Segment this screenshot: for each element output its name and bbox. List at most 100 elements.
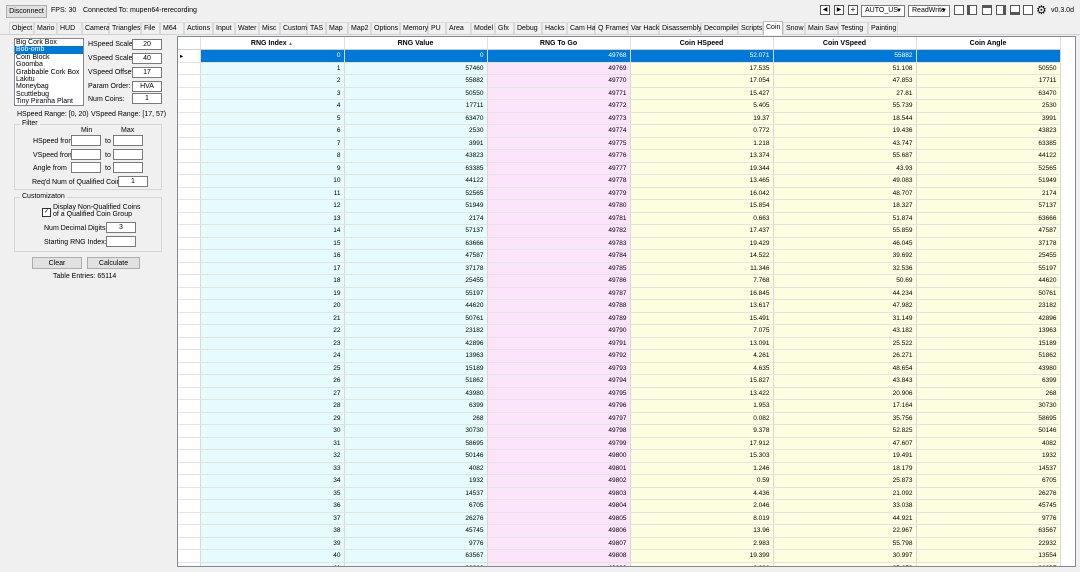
table-cell[interactable]: 49798 xyxy=(487,424,631,438)
row-header[interactable] xyxy=(178,224,201,238)
table-cell[interactable]: 52.825 xyxy=(773,424,917,438)
table-row[interactable]: 21 50761 49789 15.491 31.149 42896 xyxy=(178,312,1061,325)
layout-single-icon[interactable] xyxy=(954,5,964,15)
row-header[interactable] xyxy=(178,312,201,325)
table-cell[interactable]: 49806 xyxy=(487,524,631,538)
table-cell[interactable]: 37 xyxy=(200,512,345,525)
tab-triangles[interactable]: Triangles xyxy=(109,22,141,34)
tab-tas[interactable]: TAS xyxy=(307,22,326,34)
table-row[interactable]: 36 6705 49804 2.046 33.038 45745 xyxy=(178,499,1061,513)
table-cell[interactable]: 5.405 xyxy=(630,99,774,113)
object-list-item[interactable]: Scuttlebug xyxy=(15,91,83,98)
table-cell[interactable]: 15189 xyxy=(916,337,1061,350)
table-cell[interactable]: 49809 xyxy=(487,562,631,566)
table-cell[interactable]: 15.491 xyxy=(630,312,774,325)
table-cell[interactable]: 43.182 xyxy=(773,324,917,338)
table-row[interactable]: 1 57460 49769 17.535 51.108 50550 xyxy=(178,62,1061,75)
row-header[interactable] xyxy=(178,437,201,450)
table-cell[interactable]: 25455 xyxy=(916,249,1061,263)
table-cell[interactable]: 8 xyxy=(200,149,345,163)
row-header[interactable] xyxy=(178,474,201,488)
table-cell[interactable]: 22932 xyxy=(916,537,1061,550)
row-header[interactable] xyxy=(178,237,201,250)
hspeed-scale-input[interactable]: 20 xyxy=(132,39,162,50)
table-cell[interactable]: 6705 xyxy=(916,474,1061,488)
column-header-rng-value[interactable]: RNG Value xyxy=(344,37,488,50)
table-cell[interactable]: 26276 xyxy=(916,487,1061,500)
table-row[interactable]: 22 23182 49790 7.075 43.182 13963 xyxy=(178,324,1061,338)
table-cell[interactable]: 1.218 xyxy=(630,137,774,150)
table-cell[interactable]: 13.96 xyxy=(630,524,774,538)
table-cell[interactable]: 0 xyxy=(200,49,345,63)
table-cell[interactable]: 2530 xyxy=(916,99,1061,113)
rng-table[interactable]: RNG Index ▲ RNG Value RNG To Go Coin HSpeed… xyxy=(177,36,1076,567)
table-cell[interactable]: 13554 xyxy=(916,549,1061,563)
tab-object[interactable]: Object xyxy=(9,22,34,34)
table-cell[interactable]: 49781 xyxy=(487,212,631,225)
object-list-item[interactable]: Lakitu xyxy=(15,76,83,83)
column-header-coin-angle[interactable]: Coin Angle xyxy=(916,37,1061,50)
table-cell[interactable]: 16.845 xyxy=(630,287,774,300)
table-cell[interactable]: 32 xyxy=(200,449,345,463)
table-row[interactable]: 33 4082 49801 1.246 18.179 14537 xyxy=(178,462,1061,475)
table-cell[interactable]: 17.164 xyxy=(773,399,917,413)
table-cell[interactable]: 4082 xyxy=(916,437,1061,450)
table-cell[interactable]: 2530 xyxy=(344,124,488,138)
table-cell[interactable]: 55882 xyxy=(344,74,488,88)
table-cell[interactable]: 3991 xyxy=(916,112,1061,125)
tab-map2[interactable]: Map2 xyxy=(348,22,371,34)
table-cell[interactable]: 9776 xyxy=(344,537,488,550)
table-row[interactable]: 24 13963 49792 4.261 26.271 51862 xyxy=(178,349,1061,363)
row-header[interactable] xyxy=(178,337,201,350)
table-cell[interactable]: 63666 xyxy=(344,237,488,250)
table-cell[interactable]: 43980 xyxy=(916,362,1061,375)
row-header[interactable] xyxy=(178,124,201,138)
table-cell[interactable]: 1.953 xyxy=(630,399,774,413)
table-row[interactable]: 20 44620 49788 13.617 47.982 23182 xyxy=(178,299,1061,313)
param-order-input[interactable]: HVA xyxy=(132,81,162,92)
table-row[interactable]: 11 52565 49779 16.042 48.707 2174 xyxy=(178,187,1061,200)
table-cell[interactable]: 49805 xyxy=(487,512,631,525)
table-cell[interactable]: 37178 xyxy=(916,237,1061,250)
table-cell[interactable]: 12 xyxy=(200,199,345,213)
table-cell[interactable]: 52565 xyxy=(344,187,488,200)
table-cell[interactable]: 49793 xyxy=(487,362,631,375)
table-cell[interactable]: 46.045 xyxy=(773,237,917,250)
table-row[interactable]: 7 3991 49775 1.218 43.747 63385 xyxy=(178,137,1061,150)
object-list[interactable]: Big Cork Box Bob-omb Coin Block Goomba Grabb… xyxy=(14,38,84,106)
table-row[interactable]: 27 43980 49795 13.422 20.906 268 xyxy=(178,387,1061,400)
vspeed-min-input[interactable] xyxy=(71,149,101,160)
object-list-item[interactable]: Bob-omb xyxy=(15,46,83,54)
table-cell[interactable]: 26 xyxy=(200,374,345,388)
table-cell[interactable]: 22932 xyxy=(344,562,488,566)
row-header[interactable] xyxy=(178,349,201,363)
table-cell[interactable]: 50146 xyxy=(916,424,1061,438)
table-cell[interactable]: 49804 xyxy=(487,499,631,513)
object-list-item[interactable]: Goomba xyxy=(15,61,83,68)
row-header[interactable] xyxy=(178,262,201,275)
num-decimal-input[interactable]: 3 xyxy=(106,222,136,233)
table-cell[interactable]: 29 xyxy=(200,412,345,425)
table-cell[interactable]: 19 xyxy=(200,287,345,300)
row-header[interactable] xyxy=(178,212,201,225)
table-cell[interactable]: 49791 xyxy=(487,337,631,350)
tab-cam-hack[interactable]: Cam Hack xyxy=(567,22,603,34)
table-row[interactable]: 17 37178 49785 11.346 32.536 55197 xyxy=(178,262,1061,275)
tab-snow[interactable]: Snow xyxy=(783,22,805,34)
table-cell[interactable]: 3991 xyxy=(344,137,488,150)
table-cell[interactable]: 47.982 xyxy=(773,299,917,313)
table-row[interactable]: 14 57137 49782 17.437 55.859 47587 xyxy=(178,224,1061,238)
tab-memory[interactable]: Memory xyxy=(400,22,428,34)
table-row[interactable]: 9 63385 49777 19.344 43.93 52565 xyxy=(178,162,1061,175)
table-cell[interactable]: 24 xyxy=(200,349,345,363)
table-cell[interactable]: 19.399 xyxy=(630,549,774,563)
tab-debug[interactable]: Debug xyxy=(514,22,542,34)
table-row[interactable]: 30 30730 49798 9.378 52.825 50146 xyxy=(178,424,1061,438)
table-cell[interactable]: 6705 xyxy=(344,499,488,513)
table-row[interactable]: 3 50550 49771 15.427 27.81 63470 xyxy=(178,87,1061,100)
table-cell[interactable]: 1 xyxy=(200,62,345,75)
tab-coin[interactable]: Coin xyxy=(763,21,783,35)
table-cell[interactable]: 0.59 xyxy=(630,474,774,488)
table-cell[interactable]: 35.756 xyxy=(773,412,917,425)
table-cell[interactable]: 44.234 xyxy=(773,287,917,300)
